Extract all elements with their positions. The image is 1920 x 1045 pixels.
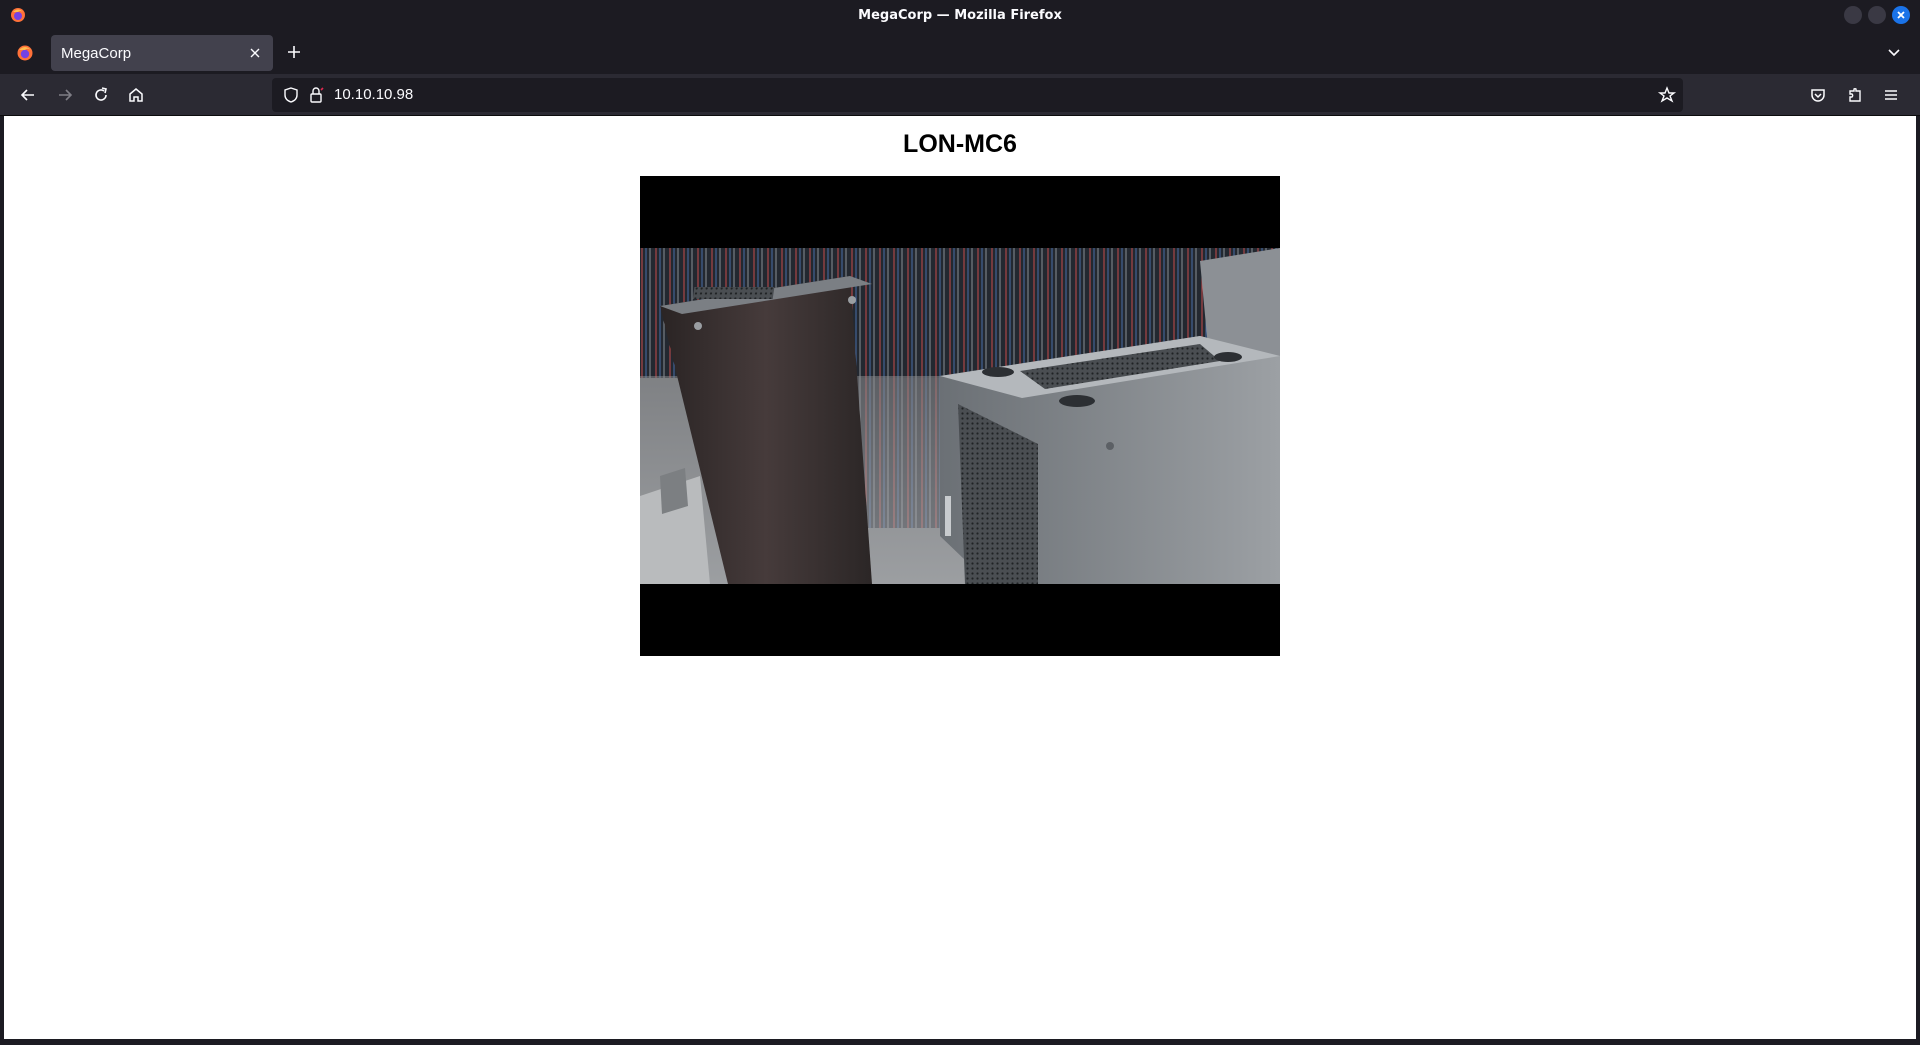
- tab-megacorp[interactable]: MegaCorp: [51, 35, 273, 71]
- close-tab-icon[interactable]: [247, 45, 263, 61]
- window-controls: [1844, 6, 1910, 24]
- camera-feed-image: [640, 176, 1280, 656]
- lock-icon[interactable]: [308, 86, 324, 104]
- new-tab-icon[interactable]: [285, 43, 303, 61]
- back-arrow-icon[interactable]: [18, 85, 38, 105]
- window-titlebar: MegaCorp — Mozilla Firefox: [0, 0, 1920, 30]
- firefox-view-icon[interactable]: [16, 44, 34, 62]
- forward-arrow-icon[interactable]: [55, 85, 75, 105]
- page-viewport: LON-MC6: [4, 116, 1916, 1039]
- tab-bar: MegaCorp: [0, 30, 1920, 74]
- puzzle-icon[interactable]: [1845, 85, 1865, 105]
- tab-title: MegaCorp: [61, 44, 132, 62]
- hamburger-menu-icon[interactable]: [1881, 85, 1901, 105]
- pocket-icon[interactable]: [1808, 85, 1828, 105]
- maximize-button[interactable]: [1868, 6, 1886, 24]
- close-window-button[interactable]: [1892, 6, 1910, 24]
- firefox-icon: [11, 8, 25, 22]
- page-title: LON-MC6: [903, 130, 1017, 158]
- home-icon[interactable]: [126, 85, 146, 105]
- shield-icon[interactable]: [282, 86, 300, 104]
- reload-icon[interactable]: [91, 85, 111, 105]
- url-text[interactable]: 10.10.10.98: [334, 86, 413, 103]
- window-title: MegaCorp — Mozilla Firefox: [858, 7, 1062, 23]
- navigation-toolbar: 10.10.10.98: [0, 74, 1920, 116]
- close-icon: [1897, 11, 1905, 19]
- window-bottom-border: [0, 1039, 1920, 1045]
- minimize-button[interactable]: [1844, 6, 1862, 24]
- server-room-image: [640, 248, 1280, 584]
- chevron-down-icon[interactable]: [1886, 45, 1902, 61]
- star-icon[interactable]: [1657, 85, 1677, 105]
- url-bar[interactable]: 10.10.10.98: [272, 78, 1683, 112]
